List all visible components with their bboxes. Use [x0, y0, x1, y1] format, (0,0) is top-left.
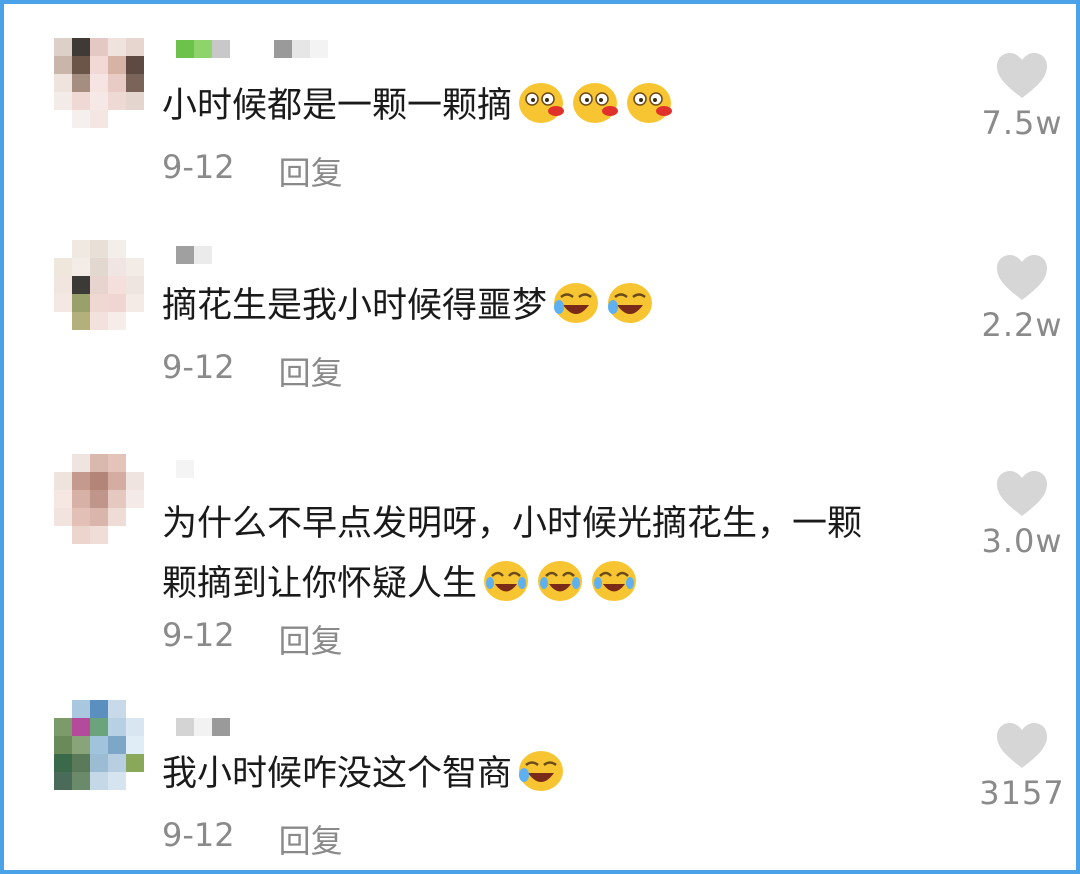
- heart-icon[interactable]: [995, 52, 1049, 100]
- comment-text: 为什么不早点发明呀，小时候光摘花生，一颗 颗摘到让你怀疑人生: [162, 494, 962, 614]
- rofl-face-icon: [608, 283, 653, 323]
- username-redacted[interactable]: [176, 246, 212, 264]
- heart-icon[interactable]: [995, 470, 1049, 518]
- like-button[interactable]: 7.5w: [972, 52, 1072, 142]
- crying-laughing-face-icon: [538, 561, 583, 601]
- username-redacted[interactable]: [176, 718, 230, 736]
- comment-text-content: 我小时候咋没这个智商: [162, 754, 513, 794]
- comment-date: 9-12: [162, 616, 235, 654]
- heart-icon[interactable]: [995, 722, 1049, 770]
- crying-laughing-face-icon: [484, 561, 529, 601]
- comment-list: 小时候都是一颗一颗摘 9-12 回复 7.5w 摘花生是我小时候得噩梦 9-12…: [0, 0, 1080, 874]
- drooling-face-icon: [573, 83, 619, 123]
- like-count: 2.2w: [981, 306, 1063, 344]
- avatar[interactable]: [54, 240, 144, 330]
- like-count: 3157: [979, 774, 1065, 812]
- comment-meta: 9-12 回复: [162, 816, 343, 862]
- comment-meta: 9-12 回复: [162, 348, 343, 394]
- drooling-face-icon: [627, 83, 673, 123]
- comment-date: 9-12: [162, 816, 235, 854]
- comment-text: 小时候都是一颗一颗摘: [162, 76, 962, 136]
- avatar[interactable]: [54, 38, 144, 128]
- comment-date: 9-12: [162, 348, 235, 386]
- username-redacted[interactable]: [176, 40, 328, 58]
- reply-button[interactable]: 回复: [279, 616, 343, 662]
- like-button[interactable]: 2.2w: [972, 254, 1072, 344]
- comment-text-content: 小时候都是一颗一颗摘: [162, 86, 513, 126]
- like-count: 7.5w: [981, 104, 1063, 142]
- reply-button[interactable]: 回复: [279, 816, 343, 862]
- comment-text-content: 摘花生是我小时候得噩梦: [162, 286, 548, 326]
- rofl-face-icon: [554, 283, 599, 323]
- like-button[interactable]: 3.0w: [972, 470, 1072, 560]
- crying-laughing-face-icon: [592, 561, 637, 601]
- drooling-face-icon: [519, 83, 565, 123]
- avatar[interactable]: [54, 454, 144, 544]
- comment-meta: 9-12 回复: [162, 616, 343, 662]
- comment-date: 9-12: [162, 148, 235, 186]
- reply-button[interactable]: 回复: [279, 148, 343, 194]
- rofl-face-icon: [519, 751, 564, 791]
- comment-text: 摘花生是我小时候得噩梦: [162, 276, 962, 336]
- username-redacted[interactable]: [176, 460, 194, 478]
- heart-icon[interactable]: [995, 254, 1049, 302]
- like-button[interactable]: 3157: [972, 722, 1072, 812]
- avatar[interactable]: [54, 700, 144, 790]
- reply-button[interactable]: 回复: [279, 348, 343, 394]
- comment-text: 我小时候咋没这个智商: [162, 744, 962, 804]
- like-count: 3.0w: [981, 522, 1063, 560]
- comment-meta: 9-12 回复: [162, 148, 343, 194]
